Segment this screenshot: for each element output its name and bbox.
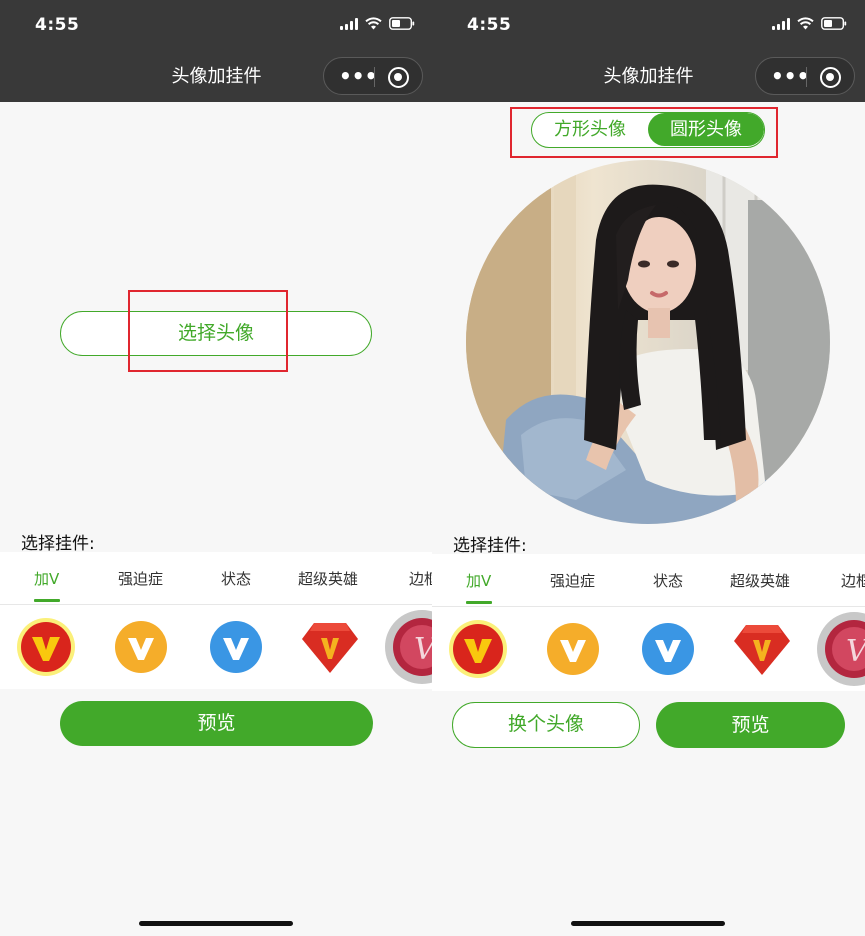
svg-text:V: V [846, 634, 865, 669]
tab-ocd[interactable]: 强迫症 [550, 570, 595, 591]
top-bar: 4:55 头像加挂件 ••• [432, 0, 865, 102]
tab-add-v[interactable]: 加V [466, 570, 491, 591]
preview-button[interactable]: 预览 [656, 702, 845, 748]
orange-v-badge-icon[interactable] [543, 619, 603, 679]
active-tab-indicator [34, 599, 60, 602]
home-indicator [571, 921, 725, 926]
active-tab-indicator [466, 601, 492, 604]
tab-status[interactable]: 状态 [221, 568, 251, 589]
avatar-preview [466, 160, 830, 524]
sticker-list: V [0, 605, 433, 689]
status-icons [772, 17, 847, 30]
capsule-divider [374, 67, 375, 87]
signal-icon [340, 17, 358, 30]
tab-ocd[interactable]: 强迫症 [118, 568, 163, 589]
blue-v-badge-icon[interactable] [206, 617, 266, 677]
sticker-category-tabs: 加V 强迫症 状态 超级英雄 边框 [432, 554, 865, 606]
more-menu-icon[interactable]: ••• [339, 66, 377, 86]
tab-superhero[interactable]: 超级英雄 [298, 568, 358, 589]
highlight-box [128, 290, 288, 372]
pink-v-badge-icon[interactable]: V [816, 611, 865, 687]
tab-border[interactable]: 边框 [409, 568, 433, 589]
red-v-badge-icon[interactable] [16, 617, 76, 677]
red-gem-v-badge-icon[interactable] [732, 619, 792, 679]
close-program-icon[interactable] [388, 67, 409, 88]
tab-superhero[interactable]: 超级英雄 [730, 570, 790, 591]
red-gem-v-badge-icon[interactable] [300, 617, 360, 677]
avatar-photo [466, 160, 830, 524]
sticker-category-tabs: 加V 强迫症 状态 超级英雄 边框 [0, 552, 433, 604]
capsule-divider [806, 67, 807, 87]
top-bar: 4:55 头像加挂件 ••• [0, 0, 433, 102]
more-menu-icon[interactable]: ••• [771, 66, 809, 86]
status-time: 4:55 [467, 15, 512, 35]
mini-program-capsule: ••• [323, 57, 423, 95]
wifi-icon [797, 17, 814, 30]
status-time: 4:55 [35, 15, 80, 35]
section-label: 选择挂件: [453, 536, 527, 556]
mini-program-capsule: ••• [755, 57, 855, 95]
tab-add-v[interactable]: 加V [34, 568, 59, 589]
svg-text:V: V [414, 632, 433, 667]
section-label: 选择挂件: [21, 534, 95, 554]
blue-v-badge-icon[interactable] [638, 619, 698, 679]
status-icons [340, 17, 415, 30]
tab-border[interactable]: 边框 [841, 570, 865, 591]
orange-v-badge-icon[interactable] [111, 617, 171, 677]
red-v-badge-icon[interactable] [448, 619, 508, 679]
wifi-icon [365, 17, 382, 30]
pink-v-badge-icon[interactable]: V [384, 609, 433, 685]
change-avatar-button[interactable]: 换个头像 [452, 702, 640, 748]
sticker-list: V [432, 607, 865, 691]
phone-screen-left: 4:55 头像加挂件 ••• 选择头像 选择挂件: 加V 强迫症 状态 超级英雄… [0, 0, 433, 936]
highlight-box [510, 107, 778, 158]
signal-icon [772, 17, 790, 30]
phone-screen-right: 4:55 头像加挂件 ••• 方形头像 圆形头像 选择挂件: 加V 强迫症 状态… [432, 0, 865, 936]
tab-status[interactable]: 状态 [653, 570, 683, 591]
battery-icon [821, 17, 847, 30]
home-indicator [139, 921, 293, 926]
close-program-icon[interactable] [820, 67, 841, 88]
battery-icon [389, 17, 415, 30]
preview-button[interactable]: 预览 [60, 701, 373, 746]
